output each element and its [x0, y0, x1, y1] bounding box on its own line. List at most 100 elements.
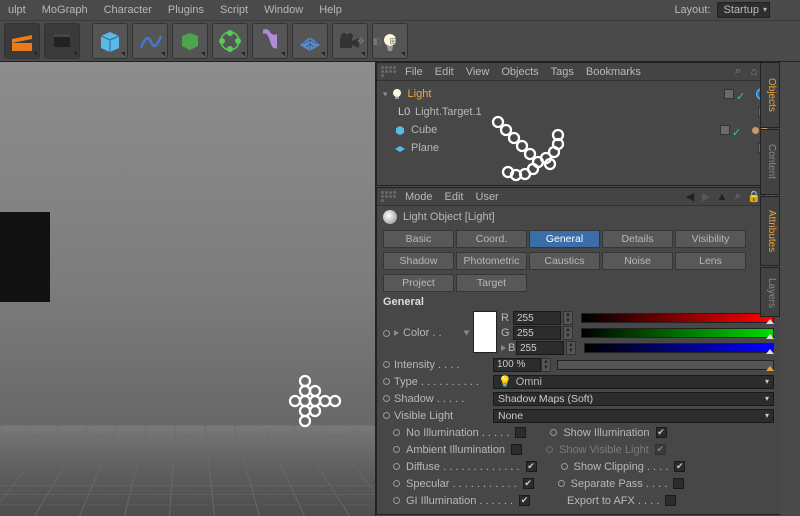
menu-item[interactable]: Character [104, 4, 152, 16]
material-tag-icon[interactable] [752, 127, 759, 134]
tree-item-cube[interactable]: Cube ✓ [383, 121, 778, 139]
ambient-illumination-checkbox[interactable] [511, 444, 522, 455]
tab-noise[interactable]: Noise [602, 252, 673, 270]
home-icon[interactable]: ⌂ [748, 66, 760, 78]
side-tab-layers[interactable]: Layers [760, 267, 780, 317]
panel-grip[interactable] [381, 66, 399, 77]
export-afx-checkbox[interactable] [665, 495, 676, 506]
tab-shadow[interactable]: Shadow [383, 252, 454, 270]
expand-icon[interactable] [394, 330, 399, 336]
keyframe-dot[interactable] [393, 429, 400, 436]
visibility-toggle[interactable] [720, 125, 730, 135]
menu-item[interactable]: Script [220, 4, 248, 16]
snap-c-icon[interactable]: ⊞ [386, 34, 400, 48]
layout-dropdown[interactable]: Startup [717, 2, 770, 18]
color-r-slider[interactable] [581, 313, 774, 323]
tab-caustics[interactable]: Caustics [529, 252, 600, 270]
intensity-slider[interactable] [557, 360, 774, 370]
keyframe-dot[interactable] [558, 480, 565, 487]
nav-back-icon[interactable]: ◀ [684, 191, 696, 203]
expand-icon[interactable]: ▾ [383, 89, 388, 100]
tab-target[interactable]: Target [456, 274, 527, 292]
side-tab-objects[interactable]: Objects [760, 62, 780, 128]
side-tab-content[interactable]: Content [760, 129, 780, 195]
panel-grip[interactable] [381, 191, 399, 202]
color-b-input[interactable]: 255 [516, 341, 564, 355]
keyframe-dot[interactable] [561, 463, 568, 470]
keyframe-dot[interactable] [383, 395, 390, 402]
nav-up-icon[interactable]: ▲ [716, 191, 728, 203]
tab-photometric[interactable]: Photometric [456, 252, 527, 270]
panel-menu-edit[interactable]: Edit [445, 191, 464, 203]
tab-visibility[interactable]: Visibility [675, 230, 746, 248]
snap-b-icon[interactable]: ◧ [370, 34, 384, 48]
search-icon[interactable]: ⌕ [732, 191, 744, 203]
show-clipping-checkbox[interactable]: ✔ [674, 461, 685, 472]
keyframe-dot[interactable] [383, 412, 390, 419]
tab-general[interactable]: General [529, 230, 600, 248]
keyframe-dot[interactable] [383, 330, 390, 337]
menu-item[interactable]: Plugins [168, 4, 204, 16]
color-g-input[interactable]: 255 [513, 326, 561, 340]
tree-item-plane[interactable]: Plane [383, 139, 778, 157]
search-icon[interactable]: ⌕ [732, 66, 744, 78]
tool-clip[interactable] [44, 23, 80, 59]
tab-lens[interactable]: Lens [675, 252, 746, 270]
diffuse-checkbox[interactable]: ✔ [526, 461, 537, 472]
tree-item-light[interactable]: ▾ Light ✓ [383, 85, 778, 103]
spinner[interactable]: ▲▼ [566, 341, 576, 355]
menu-item[interactable]: Help [319, 4, 342, 16]
side-tab-attributes[interactable]: Attributes [760, 196, 780, 266]
show-illumination-checkbox[interactable]: ✔ [656, 427, 667, 438]
panel-menu-file[interactable]: File [405, 66, 423, 78]
panel-menu-user[interactable]: User [476, 191, 499, 203]
tool-cube[interactable] [92, 23, 128, 59]
visible-light-dropdown[interactable]: None [493, 409, 774, 423]
keyframe-dot[interactable] [383, 378, 390, 385]
keyframe-dot[interactable] [383, 361, 390, 368]
intensity-input[interactable]: 100 % [493, 358, 541, 372]
snap-a-icon[interactable]: ✥ [354, 34, 368, 48]
type-dropdown[interactable]: 💡Omni [493, 375, 774, 389]
panel-menu-bookmarks[interactable]: Bookmarks [586, 66, 641, 78]
no-illumination-checkbox[interactable] [515, 427, 526, 438]
gi-illumination-checkbox[interactable]: ✔ [519, 495, 530, 506]
spinner[interactable]: ▲▼ [563, 311, 573, 325]
panel-menu-mode[interactable]: Mode [405, 191, 433, 203]
tab-basic[interactable]: Basic [383, 230, 454, 248]
viewport[interactable] [0, 62, 376, 516]
menu-item[interactable]: Window [264, 4, 303, 16]
shadow-dropdown[interactable]: Shadow Maps (Soft) [493, 392, 774, 406]
tool-floor[interactable] [292, 23, 328, 59]
enable-check-icon[interactable]: ✓ [732, 126, 740, 134]
color-picker-icon[interactable] [464, 331, 470, 336]
panel-menu-view[interactable]: View [466, 66, 490, 78]
keyframe-dot[interactable] [393, 446, 400, 453]
tab-details[interactable]: Details [602, 230, 673, 248]
color-g-slider[interactable] [581, 328, 774, 338]
visibility-toggle[interactable] [724, 89, 734, 99]
panel-menu-edit[interactable]: Edit [435, 66, 454, 78]
separate-pass-checkbox[interactable] [673, 478, 684, 489]
nav-fwd-icon[interactable]: ▶ [700, 191, 712, 203]
color-swatch[interactable] [473, 311, 497, 353]
tool-deformer[interactable] [252, 23, 288, 59]
color-r-input[interactable]: 255 [513, 311, 561, 325]
panel-menu-tags[interactable]: Tags [551, 66, 574, 78]
tool-array[interactable] [212, 23, 248, 59]
lock-icon[interactable]: 🔒 [748, 191, 760, 203]
menu-item[interactable]: MoGraph [42, 4, 88, 16]
tab-coord[interactable]: Coord. [456, 230, 527, 248]
expand-icon[interactable] [501, 345, 506, 351]
viewport-cube-object[interactable] [0, 212, 50, 302]
tool-spline[interactable] [132, 23, 168, 59]
panel-menu-objects[interactable]: Objects [501, 66, 538, 78]
tool-nurbs[interactable] [172, 23, 208, 59]
menu-item[interactable]: ulpt [8, 4, 26, 16]
enable-check-icon[interactable]: ✓ [736, 90, 744, 98]
keyframe-dot[interactable] [393, 497, 400, 504]
specular-checkbox[interactable]: ✔ [523, 478, 534, 489]
spinner[interactable]: ▲▼ [541, 358, 551, 372]
tool-take[interactable] [4, 23, 40, 59]
keyframe-dot[interactable] [393, 480, 400, 487]
